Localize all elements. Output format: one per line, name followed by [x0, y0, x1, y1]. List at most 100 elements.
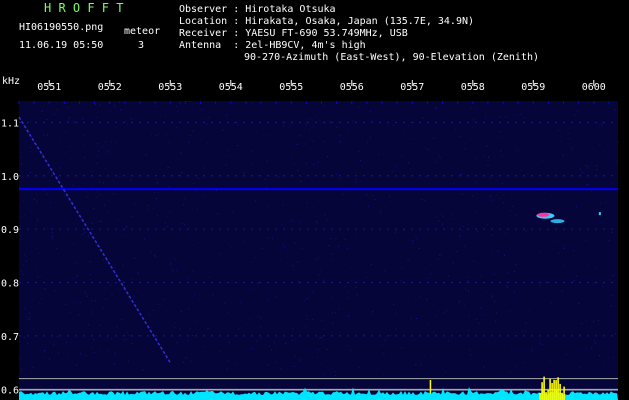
noise-pixel	[99, 104, 101, 106]
noise-pixel	[132, 186, 134, 188]
noise-pixel	[435, 108, 437, 110]
noise-pixel	[282, 243, 284, 245]
noise-pixel	[20, 215, 22, 217]
noise-pixel	[175, 322, 177, 324]
noise-pixel	[207, 117, 209, 118]
noise-pixel	[227, 360, 229, 362]
noise-pixel	[178, 175, 180, 177]
noise-pixel	[339, 135, 341, 137]
burst-bar	[563, 386, 565, 400]
y-tick-label: 0.7	[1, 332, 19, 343]
noise-pixel	[266, 160, 268, 162]
noise-pixel	[113, 363, 115, 365]
noise-pixel	[306, 202, 308, 204]
noise-pixel	[99, 345, 101, 347]
noise-pixel	[23, 274, 25, 276]
noise-pixel	[176, 270, 177, 272]
noise-pixel	[320, 363, 322, 365]
noise-pixel	[76, 364, 78, 366]
noise-pixel	[73, 223, 75, 225]
noise-pixel	[240, 301, 242, 303]
noise-pixel	[456, 330, 458, 332]
noise-pixel	[577, 283, 579, 285]
noise-pixel	[153, 191, 155, 193]
noise-pixel	[250, 288, 251, 290]
noise-pixel	[396, 202, 398, 204]
noise-pixel	[31, 371, 33, 372]
noise-pixel	[97, 155, 99, 157]
noise-pixel	[550, 360, 552, 362]
noise-pixel	[147, 205, 149, 206]
noise-pixel	[352, 120, 354, 122]
noise-pixel	[23, 215, 25, 217]
noise-pixel	[401, 347, 403, 349]
noise-pixel	[516, 147, 518, 149]
noise-pixel	[321, 336, 323, 338]
noise-pixel	[308, 262, 310, 264]
noise-pixel	[365, 276, 367, 278]
noise-pixel	[273, 342, 275, 344]
noise-pixel	[440, 254, 442, 256]
noise-pixel	[535, 125, 537, 127]
noise-pixel	[189, 135, 191, 136]
noise-pixel	[207, 143, 209, 145]
noise-pixel	[215, 190, 217, 191]
noise-pixel	[228, 342, 230, 344]
noise-pixel	[41, 110, 43, 112]
y-tick-label: 0.9	[1, 225, 19, 236]
noise-pixel	[394, 231, 396, 233]
noise-pixel	[539, 343, 541, 345]
noise-pixel	[196, 157, 197, 159]
noise-pixel	[500, 197, 502, 199]
y-axis-label: kHz	[2, 76, 20, 87]
noise-pixel	[192, 270, 194, 272]
noise-pixel	[199, 299, 201, 301]
noise-pixel	[430, 264, 432, 265]
noise-pixel	[93, 207, 95, 209]
noise-pixel	[341, 268, 343, 270]
noise-pixel	[355, 286, 357, 288]
noise-pixel	[559, 141, 561, 143]
noise-pixel	[461, 193, 463, 195]
noise-pixel	[506, 285, 508, 287]
noise-pixel	[29, 151, 31, 153]
noise-pixel	[303, 299, 305, 301]
noise-pixel	[245, 323, 247, 324]
noise-pixel	[53, 344, 55, 346]
noise-pixel	[496, 180, 498, 181]
noise-pixel	[313, 207, 314, 209]
noise-pixel	[204, 167, 205, 169]
noise-pixel	[130, 116, 131, 118]
noise-pixel	[309, 129, 311, 131]
noise-pixel	[476, 319, 478, 321]
noise-pixel	[421, 198, 423, 200]
noise-pixel	[296, 143, 298, 145]
noise-pixel	[257, 315, 259, 317]
noise-pixel	[100, 146, 102, 148]
noise-pixel	[231, 281, 233, 283]
noise-pixel	[49, 180, 51, 181]
noise-pixel	[204, 269, 206, 271]
noise-pixel	[90, 170, 92, 172]
noise-pixel	[483, 366, 485, 368]
noise-pixel	[294, 355, 296, 357]
noise-pixel	[580, 168, 581, 170]
noise-pixel	[372, 195, 374, 197]
noise-pixel	[404, 358, 406, 360]
noise-pixel	[84, 292, 86, 294]
noise-pixel	[289, 105, 291, 107]
noise-pixel	[154, 254, 156, 256]
noise-pixel	[101, 233, 103, 235]
noise-pixel	[124, 285, 126, 287]
noise-pixel	[593, 282, 595, 284]
noise-pixel	[448, 369, 450, 371]
noise-pixel	[91, 313, 93, 315]
noise-pixel	[297, 261, 299, 263]
noise-pixel	[188, 308, 190, 310]
noise-pixel	[355, 179, 357, 181]
noise-pixel	[111, 294, 113, 296]
noise-pixel	[347, 344, 349, 346]
noise-pixel	[172, 269, 173, 271]
noise-pixel	[185, 357, 187, 359]
noise-pixel	[176, 127, 177, 129]
